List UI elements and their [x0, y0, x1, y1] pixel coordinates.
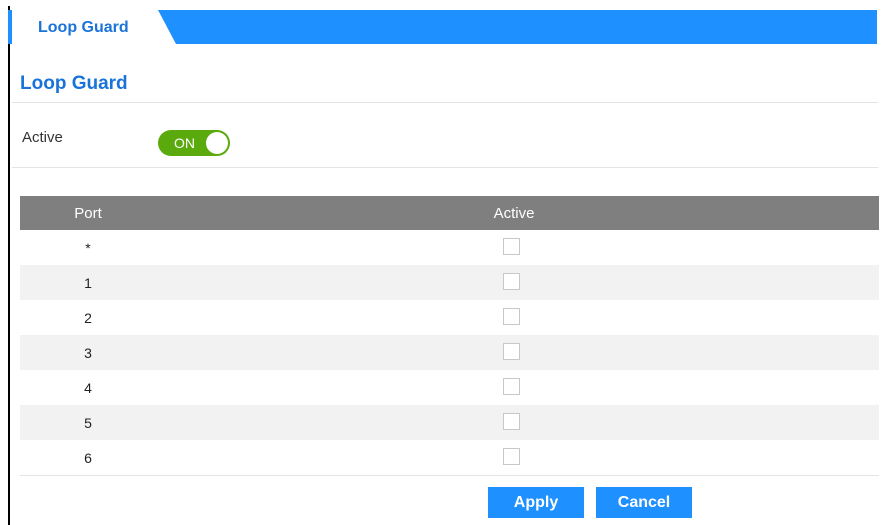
apply-button[interactable]: Apply: [488, 487, 584, 518]
table-row: 6: [20, 440, 879, 476]
port-cell: 6: [84, 450, 92, 466]
active-label: Active: [22, 129, 63, 146]
table-row: 3: [20, 335, 879, 370]
table-header: Port Active: [20, 196, 879, 230]
table-row: 1: [20, 265, 879, 300]
header-active: Active: [493, 205, 535, 222]
active-toggle[interactable]: ON: [158, 130, 230, 156]
port-cell: 4: [84, 380, 92, 396]
active-checkbox[interactable]: [503, 238, 520, 255]
active-checkbox[interactable]: [503, 273, 520, 290]
port-cell: 5: [84, 415, 92, 431]
tab-accent: [8, 10, 12, 44]
port-cell: 1: [84, 275, 92, 291]
divider: [12, 102, 878, 103]
tab-label: Loop Guard: [38, 19, 129, 36]
port-cell: *: [85, 240, 91, 256]
table-row: 2: [20, 300, 879, 335]
section-title: Loop Guard: [20, 73, 128, 94]
port-table: Port Active * 1 2 3 4 5 6: [20, 196, 879, 476]
port-cell: 2: [84, 310, 92, 326]
active-checkbox[interactable]: [503, 448, 520, 465]
divider: [12, 167, 878, 168]
cancel-button[interactable]: Cancel: [596, 487, 692, 518]
toggle-knob: [206, 132, 228, 154]
port-cell: 3: [84, 345, 92, 361]
active-checkbox[interactable]: [503, 413, 520, 430]
active-checkbox[interactable]: [503, 308, 520, 325]
header-port: Port: [74, 205, 102, 222]
table-row: 5: [20, 405, 879, 440]
table-row: 4: [20, 370, 879, 405]
active-checkbox[interactable]: [503, 343, 520, 360]
tab-loop-guard[interactable]: Loop Guard: [8, 10, 176, 44]
table-row: *: [20, 230, 879, 265]
toggle-text: ON: [174, 135, 195, 151]
active-checkbox[interactable]: [503, 378, 520, 395]
